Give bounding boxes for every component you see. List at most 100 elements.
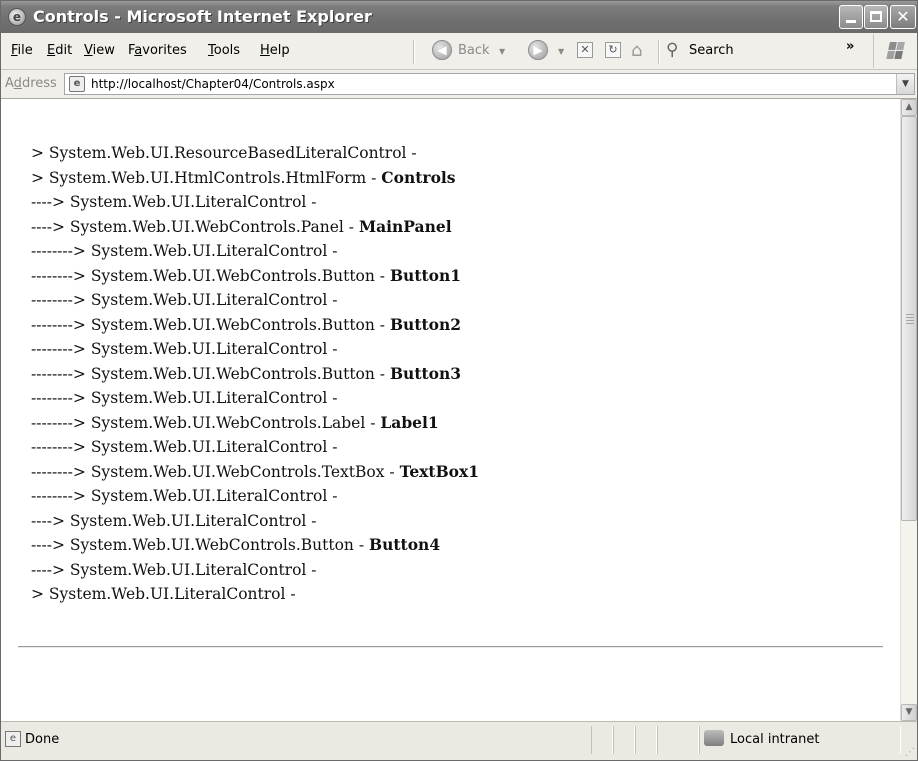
control-type-text: ----> System.Web.UI.WebControls.Button - [31, 536, 370, 554]
control-type-text: --------> System.Web.UI.LiteralControl - [31, 438, 343, 456]
home-icon[interactable]: ⌂ [631, 40, 642, 61]
back-dropdown-icon[interactable]: ▼ [499, 47, 505, 56]
menu-toolbar-row: File Edit View Favorites Tools Help ◀ Ba… [1, 33, 917, 70]
control-type-text: --------> System.Web.UI.WebControls.Butt… [31, 315, 390, 334]
control-tree-line: --------> System.Web.UI.LiteralControl - [31, 435, 479, 460]
menu-edit[interactable]: Edit [47, 43, 72, 58]
control-type-text: ----> System.Web.UI.WebControls.Panel - [31, 217, 359, 236]
menu-file[interactable]: File [11, 43, 33, 58]
minimize-icon [846, 20, 856, 23]
control-type-text: --------> System.Web.UI.LiteralControl - [31, 340, 343, 358]
status-pane [657, 726, 699, 754]
status-pane [613, 726, 635, 754]
control-tree-line: --------> System.Web.UI.WebControls.Labe… [31, 411, 479, 436]
windows-logo-icon [873, 34, 916, 68]
menu-tools[interactable]: Tools [208, 43, 240, 58]
search-icon[interactable]: ⚲ [666, 40, 678, 60]
control-tree-line: --------> System.Web.UI.LiteralControl - [31, 239, 479, 264]
control-tree-line: --------> System.Web.UI.WebControls.Butt… [31, 362, 479, 387]
control-type-text: --------> System.Web.UI.LiteralControl - [31, 389, 343, 407]
status-text: Done [25, 732, 60, 747]
control-tree-line: ----> System.Web.UI.LiteralControl - [31, 509, 479, 534]
control-tree-line: --------> System.Web.UI.LiteralControl - [31, 288, 479, 313]
page-done-icon: e [5, 731, 21, 747]
close-button[interactable]: ✕ [890, 5, 916, 29]
control-id-text: MainPanel [358, 216, 452, 236]
control-id-text: Button1 [389, 265, 462, 285]
title-bar[interactable]: e Controls - Microsoft Internet Explorer… [1, 1, 917, 33]
control-tree-line: ----> System.Web.UI.LiteralControl - [31, 558, 479, 583]
control-tree-line: > System.Web.UI.HtmlControls.HtmlForm - … [31, 166, 479, 191]
address-label: Address [5, 76, 57, 91]
control-type-text: > System.Web.UI.ResourceBasedLiteralCont… [31, 144, 422, 162]
page-content: > System.Web.UI.ResourceBasedLiteralCont… [1, 99, 900, 721]
stop-icon[interactable]: ✕ [577, 42, 593, 58]
control-type-text: --------> System.Web.UI.LiteralControl - [31, 291, 343, 309]
control-id-text: Label1 [380, 412, 439, 432]
control-tree-line: --------> System.Web.UI.WebControls.Butt… [31, 264, 479, 289]
control-type-text: --------> System.Web.UI.WebControls.Text… [31, 462, 400, 481]
menu-help[interactable]: Help [260, 43, 290, 58]
page-icon: e [69, 76, 85, 92]
control-tree-line: ----> System.Web.UI.WebControls.Button -… [31, 533, 479, 558]
resize-grip-icon[interactable]: ⋰ [905, 747, 915, 758]
control-type-text: > System.Web.UI.HtmlControls.HtmlForm - [31, 168, 382, 187]
control-tree-line: ----> System.Web.UI.WebControls.Panel - … [31, 215, 479, 240]
toolbar-overflow-chevron[interactable]: » [846, 39, 854, 54]
menu-view[interactable]: View [84, 43, 115, 58]
control-tree-line: --------> System.Web.UI.LiteralControl - [31, 337, 479, 362]
control-id-text: Button4 [369, 535, 441, 554]
maximize-button[interactable] [864, 5, 888, 29]
control-type-text: --------> System.Web.UI.WebControls.Labe… [31, 413, 381, 432]
control-type-text: ----> System.Web.UI.LiteralControl - [31, 511, 322, 530]
scroll-up-button[interactable]: ▲ [901, 99, 917, 116]
vertical-scrollbar[interactable]: ▲ ▼ [900, 99, 917, 721]
security-zone-text: Local intranet [730, 732, 820, 747]
control-type-text: --------> System.Web.UI.WebControls.Butt… [31, 266, 390, 285]
toolbar-separator [413, 40, 415, 64]
address-url[interactable]: http://localhost/Chapter04/Controls.aspx [91, 77, 335, 91]
toolbar-separator [658, 40, 660, 64]
status-pane [591, 726, 613, 754]
control-tree-output: > System.Web.UI.ResourceBasedLiteralCont… [31, 141, 479, 607]
scroll-thumb[interactable] [901, 116, 917, 521]
address-input[interactable]: e http://localhost/Chapter04/Controls.as… [64, 73, 915, 95]
close-icon: ✕ [896, 7, 910, 26]
address-dropdown-button[interactable]: ▼ [896, 74, 914, 94]
control-tree-line: --------> System.Web.UI.LiteralControl - [31, 484, 479, 509]
minimize-button[interactable] [839, 5, 863, 29]
horizontal-rule [18, 646, 883, 648]
forward-arrow-icon[interactable]: ▶ [528, 40, 548, 60]
search-button[interactable]: Search [689, 43, 734, 58]
control-id-text: Button3 [389, 363, 462, 383]
back-arrow-icon[interactable]: ◀ [432, 40, 452, 60]
browser-window: e Controls - Microsoft Internet Explorer… [0, 0, 918, 761]
control-id-text: Controls [381, 167, 456, 187]
status-bar: e Done Local intranet ⋰ [1, 721, 917, 760]
maximize-icon [870, 11, 882, 22]
back-button[interactable]: Back [458, 38, 490, 64]
scroll-down-button[interactable]: ▼ [901, 704, 917, 721]
window-title: Controls - Microsoft Internet Explorer [33, 7, 372, 26]
ie-logo-icon: e [8, 8, 26, 26]
control-type-text: ----> System.Web.UI.LiteralControl - [31, 193, 322, 211]
control-type-text: > System.Web.UI.LiteralControl - [31, 585, 301, 603]
status-pane [635, 726, 657, 754]
control-type-text: ----> System.Web.UI.LiteralControl - [31, 560, 322, 579]
control-type-text: --------> System.Web.UI.LiteralControl - [31, 242, 343, 260]
control-id-text: TextBox1 [399, 461, 480, 481]
control-tree-line: > System.Web.UI.ResourceBasedLiteralCont… [31, 141, 479, 166]
control-type-text: --------> System.Web.UI.LiteralControl - [31, 487, 343, 505]
intranet-zone-icon [704, 730, 724, 746]
menu-favorites[interactable]: Favorites [128, 43, 187, 58]
control-tree-line: > System.Web.UI.LiteralControl - [31, 582, 479, 607]
control-tree-line: --------> System.Web.UI.WebControls.Butt… [31, 313, 479, 338]
address-bar: Address e http://localhost/Chapter04/Con… [1, 70, 917, 99]
control-tree-line: --------> System.Web.UI.LiteralControl - [31, 386, 479, 411]
control-type-text: --------> System.Web.UI.WebControls.Butt… [31, 364, 390, 383]
forward-dropdown-icon[interactable]: ▼ [558, 47, 564, 56]
control-tree-line: ----> System.Web.UI.LiteralControl - [31, 190, 479, 215]
control-tree-line: --------> System.Web.UI.WebControls.Text… [31, 460, 479, 485]
control-id-text: Button2 [389, 314, 462, 334]
refresh-icon[interactable]: ↻ [605, 42, 621, 58]
